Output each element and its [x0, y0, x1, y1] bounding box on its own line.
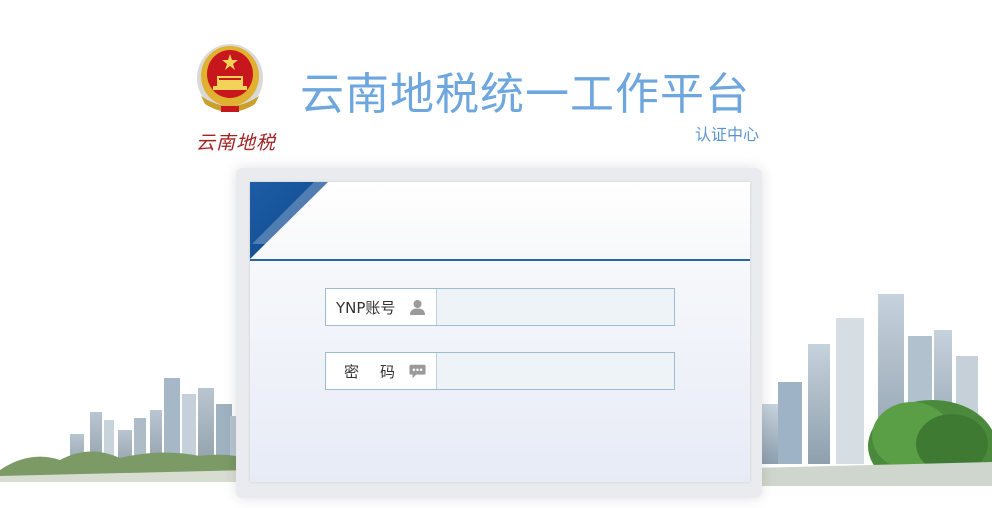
cityscape-left-image: [0, 378, 250, 482]
page-title: 云南地税统一工作平台: [300, 69, 750, 120]
emblem-caption: 云南地税: [196, 132, 277, 154]
password-field: 密码: [325, 352, 675, 390]
login-card: YNP账号 密码: [250, 182, 750, 482]
cityscape-right-image: [752, 294, 992, 486]
account-label-cell: YNP账号: [326, 289, 437, 325]
password-input[interactable]: [437, 353, 674, 389]
speech-bubble-icon: [409, 364, 426, 379]
user-icon: [410, 300, 425, 315]
login-card-header: [250, 182, 750, 259]
national-emblem-icon: [197, 44, 263, 112]
password-label-cell: 密码: [326, 353, 437, 389]
password-label: 密码: [344, 362, 417, 381]
account-label: YNP账号: [336, 298, 396, 317]
account-input[interactable]: [437, 289, 674, 325]
account-field: YNP账号: [325, 288, 675, 326]
corner-ribbon-icon: [250, 182, 328, 259]
page-subtitle: 认证中心: [695, 125, 760, 144]
